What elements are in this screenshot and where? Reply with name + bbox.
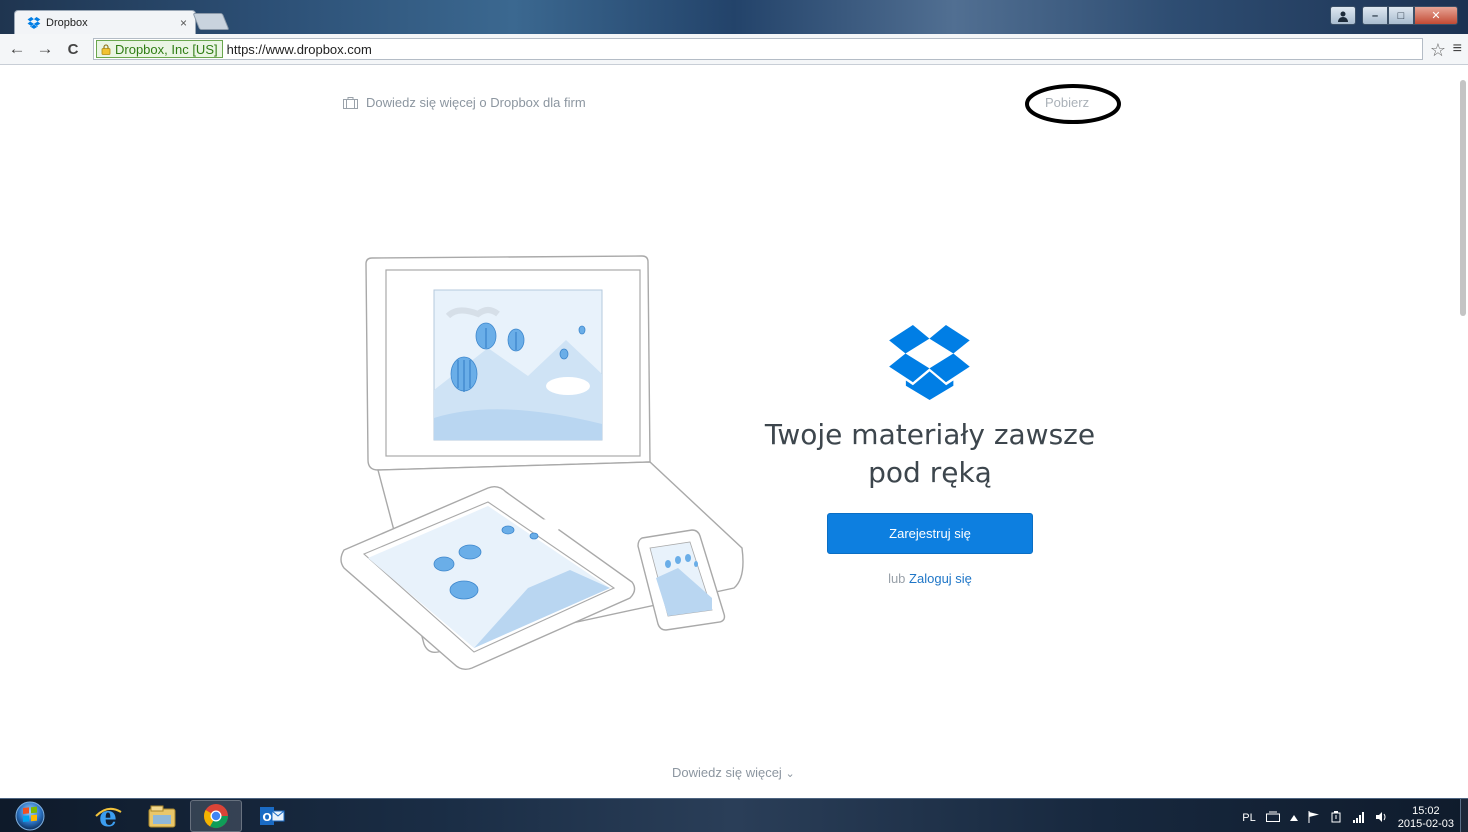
devices-illustration xyxy=(340,255,744,671)
chrome-menu-icon[interactable]: ≡ xyxy=(1453,40,1462,58)
page-scrollbar[interactable] xyxy=(1460,66,1466,796)
dropbox-favicon-icon xyxy=(27,16,41,29)
login-prefix: lub xyxy=(888,571,906,586)
clock-date: 2015-02-03 xyxy=(1397,818,1454,830)
show-desktop-button[interactable] xyxy=(1460,799,1468,832)
minimize-button[interactable]: – xyxy=(1362,6,1388,25)
url-text[interactable]: https://www.dropbox.com xyxy=(227,42,372,57)
taskbar-outlook[interactable]: O xyxy=(246,800,298,832)
learn-more-label: Dowiedz się więcej xyxy=(672,765,782,780)
internet-explorer-icon: e xyxy=(95,802,122,830)
taskbar-file-explorer[interactable] xyxy=(136,800,188,832)
language-indicator[interactable]: PL xyxy=(1242,812,1255,824)
browser-toolbar: ← → C Dropbox, Inc [US] https://www.drop… xyxy=(0,34,1468,65)
keyboard-icon[interactable] xyxy=(1265,811,1280,825)
lock-icon xyxy=(101,43,111,55)
volume-icon[interactable] xyxy=(1375,811,1388,826)
new-tab-button[interactable] xyxy=(192,13,230,30)
scrollbar-thumb[interactable] xyxy=(1460,80,1466,316)
chevron-down-icon: ⌄ xyxy=(785,768,795,780)
power-icon[interactable] xyxy=(1330,810,1342,826)
annotation-ellipse xyxy=(1025,84,1121,124)
learn-more-link[interactable]: Dowiedz się więcej ⌄ xyxy=(672,765,795,780)
briefcase-icon xyxy=(343,96,358,109)
page-viewport: Dowiedz się więcej o Dropbox dla firm Po… xyxy=(0,66,1468,798)
tab-title: Dropbox xyxy=(46,16,88,29)
taskbar-internet-explorer[interactable]: e xyxy=(82,800,134,832)
business-link[interactable]: Dowiedz się więcej o Dropbox dla firm xyxy=(343,95,586,110)
window-controls: – □ ✕ xyxy=(1330,6,1458,25)
taskbar-chrome[interactable] xyxy=(190,800,242,832)
outlook-icon: O xyxy=(260,807,285,825)
tab-dropbox[interactable]: Dropbox × xyxy=(14,10,196,34)
address-bar[interactable]: Dropbox, Inc [US] https://www.dropbox.co… xyxy=(93,38,1423,60)
bookmark-star-icon[interactable]: ☆ xyxy=(1430,40,1446,61)
maximize-button[interactable]: □ xyxy=(1388,6,1414,25)
security-indicator[interactable]: Dropbox, Inc [US] xyxy=(96,40,223,58)
business-link-label: Dowiedz się więcej o Dropbox dla firm xyxy=(366,95,586,110)
start-orb-icon[interactable] xyxy=(14,801,46,831)
reload-button[interactable]: C xyxy=(62,38,84,60)
back-button[interactable]: ← xyxy=(6,38,28,60)
taskbar-clock[interactable]: 15:02 2015-02-03 xyxy=(1398,805,1454,831)
login-link[interactable]: Zaloguj się xyxy=(909,571,972,586)
tray-expand-icon[interactable] xyxy=(1289,812,1298,824)
clock-time: 15:02 xyxy=(1412,805,1440,817)
chrome-icon xyxy=(204,804,228,829)
windows-taskbar: e O PL 15:02 2015-02-03 xyxy=(0,798,1468,832)
login-line: lub Zaloguj się xyxy=(830,571,1030,586)
browser-titlebar: Dropbox × – □ ✕ xyxy=(0,0,1468,34)
svg-text:O: O xyxy=(262,811,271,824)
signup-button[interactable]: Zarejestruj się xyxy=(827,513,1033,554)
window-user-icon[interactable] xyxy=(1330,6,1356,25)
system-tray: PL 15:02 2015-02-03 xyxy=(1242,805,1454,831)
page-headline: Twoje materiały zawsze pod ręką xyxy=(764,418,1096,489)
security-label: Dropbox, Inc [US] xyxy=(115,41,218,57)
tab-close-icon[interactable]: × xyxy=(180,16,187,30)
dropbox-logo-icon xyxy=(889,325,970,401)
file-explorer-icon xyxy=(148,805,176,828)
user-icon xyxy=(1338,11,1348,22)
close-button[interactable]: ✕ xyxy=(1414,6,1458,25)
forward-button[interactable]: → xyxy=(34,38,56,60)
action-center-flag-icon[interactable] xyxy=(1308,810,1320,826)
network-signal-icon[interactable] xyxy=(1352,811,1366,826)
svg-text:e: e xyxy=(99,802,117,830)
